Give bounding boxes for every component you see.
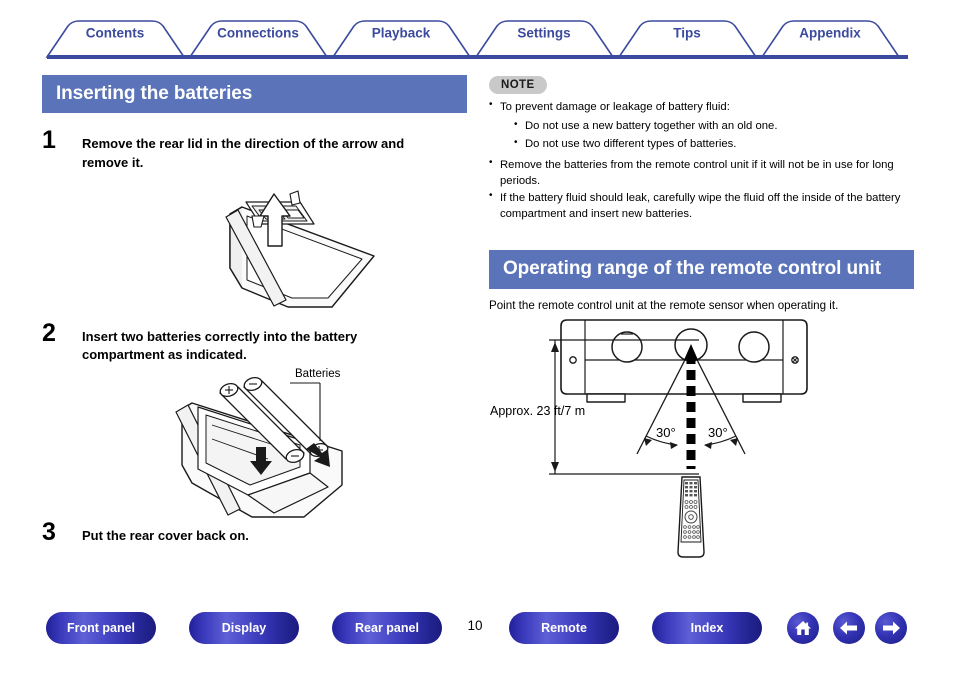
figure-remove-rear-lid-graphic [225, 190, 375, 308]
step-3-number: 3 [42, 517, 56, 546]
distance-label: Approx. 23 ft/7 m [490, 404, 585, 418]
forward-button[interactable] [875, 612, 907, 644]
footer-navigation: Front panel Display Rear panel 10 Remote… [0, 612, 954, 673]
footer-button-front-panel[interactable]: Front panel [46, 612, 156, 644]
step-1-text: Remove the rear lid in the direction of … [82, 136, 405, 170]
footer-button-remote[interactable]: Remote [509, 612, 619, 644]
note-item: To prevent damage or leakage of battery … [489, 98, 914, 154]
step-1: 1 Remove the rear lid in the direction o… [42, 128, 467, 172]
figure-insert-batteries-graphic: Batteries [175, 368, 343, 518]
back-arrow-icon [840, 621, 857, 635]
step-2-text: Insert two batteries correctly into the … [82, 328, 358, 363]
receiver-foot-right [742, 393, 782, 403]
figure-operating-range-graphic: 30° 30° Approx. 23 ft/7 m [490, 319, 808, 558]
angle-label-left: 30° [656, 425, 676, 440]
step-1-number: 1 [42, 126, 56, 155]
receiver-knob-left [611, 331, 643, 363]
receiver-button-left [569, 356, 577, 364]
footer-button-display[interactable]: Display [189, 612, 299, 644]
step-2: 2 Insert two batteries correctly into th… [42, 320, 467, 365]
home-icon [795, 621, 811, 635]
step-3: 3 Put the rear cover back on. [42, 519, 467, 545]
tab-settings[interactable]: Settings [517, 26, 570, 41]
header-tab-bar: Contents Connections Playback Settings T… [0, 0, 954, 62]
figure-operating-range: 30° 30° Approx. 23 ft/7 m [489, 314, 914, 574]
tab-contents[interactable]: Contents [86, 26, 145, 41]
figure-remove-rear-lid [42, 172, 467, 318]
page-number: 10 [467, 618, 483, 633]
batteries-label: Batteries [295, 368, 341, 380]
tab-connections[interactable]: Connections [217, 26, 299, 41]
left-content-column: Inserting the batteries 1 Remove the rea… [42, 75, 467, 545]
receiver-knob-right [738, 331, 770, 363]
note-item: Remove the batteries from the remote con… [489, 156, 914, 189]
note-subitem: Do not use a new battery together with a… [514, 117, 914, 136]
tab-playback[interactable]: Playback [372, 26, 431, 41]
right-content-column: NOTE To prevent damage or leakage of bat… [489, 75, 914, 574]
note-subitem: Do not use two different types of batter… [514, 135, 914, 154]
note-badge: NOTE [489, 76, 547, 94]
section-title-operating-range: Operating range of the remote control un… [489, 249, 914, 289]
section-title-inserting-batteries: Inserting the batteries [42, 75, 467, 114]
tab-bar-underline [47, 55, 908, 59]
note-box: NOTE To prevent damage or leakage of bat… [489, 75, 914, 222]
tab-appendix[interactable]: Appendix [799, 26, 861, 41]
forward-arrow-icon [883, 621, 900, 635]
back-button[interactable] [833, 612, 865, 644]
step-2-number: 2 [42, 318, 56, 347]
angle-label-right: 30° [708, 425, 728, 440]
receiver-foot-left [586, 393, 626, 403]
note-list: To prevent damage or leakage of battery … [489, 98, 914, 222]
tab-tips[interactable]: Tips [673, 26, 701, 41]
footer-button-index[interactable]: Index [652, 612, 762, 644]
note-item-text: To prevent damage or leakage of battery … [500, 101, 730, 113]
home-button[interactable] [787, 612, 819, 644]
remote-control-illustration [677, 476, 705, 558]
footer-button-rear-panel[interactable]: Rear panel [332, 612, 442, 644]
operating-range-intro: Point the remote control unit at the rem… [489, 298, 839, 312]
step-3-text: Put the rear cover back on. [82, 527, 249, 543]
note-item: If the battery fluid should leak, carefu… [489, 189, 914, 222]
figure-insert-batteries: Batteries [42, 365, 467, 525]
note-sublist: Do not use a new battery together with a… [500, 117, 914, 154]
